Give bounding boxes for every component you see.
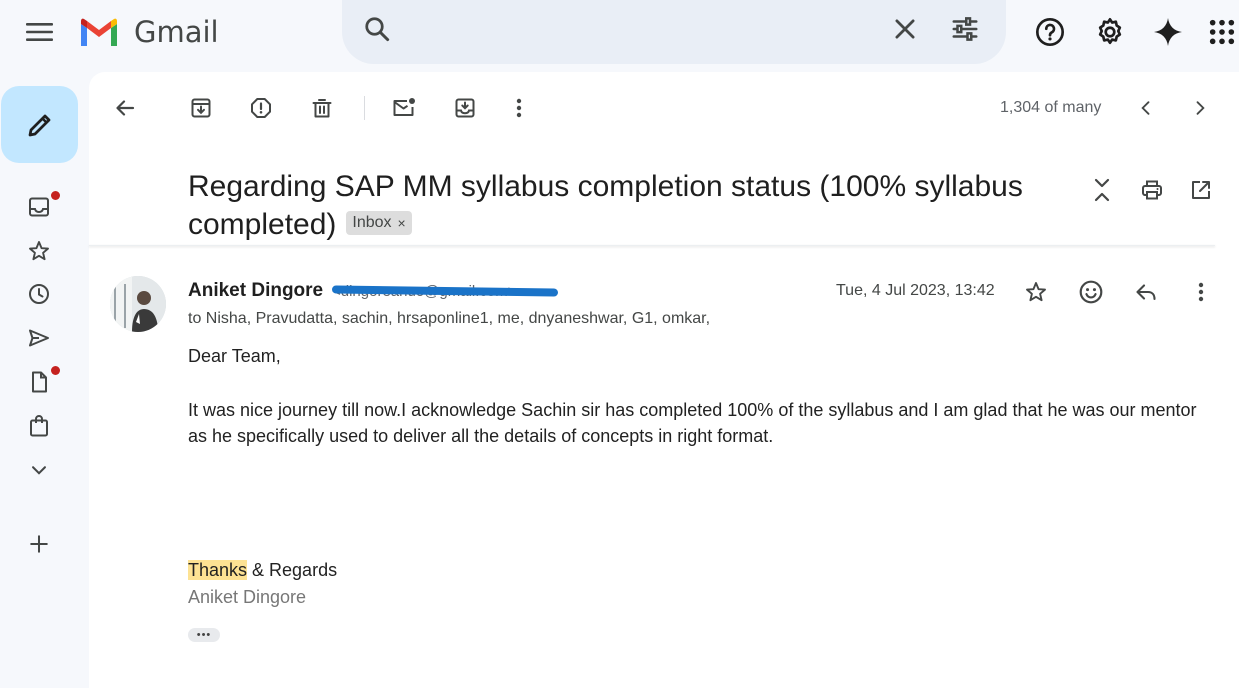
report-icon (251, 98, 271, 118)
chevron-down-icon (32, 466, 46, 475)
close-icon (895, 19, 915, 39)
show-trimmed-content-button[interactable]: ••• (188, 628, 220, 642)
mark-unread-button[interactable] (388, 92, 420, 124)
print-icon (1142, 180, 1162, 200)
sidebar-item-sent[interactable] (22, 323, 56, 353)
search-button[interactable] (362, 14, 392, 44)
newer-button[interactable] (1130, 92, 1162, 124)
sender-name[interactable]: Aniket Dingore (188, 280, 323, 302)
hamburger-menu-icon (26, 23, 53, 41)
gmail-logo[interactable]: Gmail (78, 14, 219, 50)
highlighted-text: Thanks (188, 560, 248, 580)
message-date: Tue, 4 Jul 2023, 13:42 (836, 282, 995, 299)
message-more-button[interactable] (1184, 275, 1218, 309)
arrow-back-icon (116, 100, 135, 116)
subject-divider (89, 245, 1215, 246)
print-all-button[interactable] (1136, 174, 1168, 206)
reply-button[interactable] (1129, 275, 1163, 309)
drafts-badge (51, 366, 60, 375)
search-bar[interactable] (342, 0, 1006, 64)
remove-label-button[interactable]: × (398, 213, 406, 233)
report-spam-button[interactable] (245, 92, 277, 124)
gear-icon (1098, 18, 1122, 45)
star-outline-icon (1026, 282, 1046, 302)
clock-icon (29, 284, 49, 304)
chevron-left-icon (1141, 101, 1150, 115)
unfold-less-icon (1094, 178, 1110, 202)
send-icon (29, 329, 49, 347)
pagination-label: 1,304 of many (1000, 99, 1102, 116)
delete-button[interactable] (306, 92, 338, 124)
open-new-window-button[interactable] (1185, 174, 1217, 206)
emoji-icon (1079, 280, 1103, 304)
signature: Aniket Dingore (188, 587, 307, 607)
label-chip-inbox[interactable]: Inbox × (346, 211, 412, 236)
reply-icon (1136, 284, 1156, 301)
avatar-photo (110, 276, 166, 332)
apps-grid-icon (1209, 19, 1235, 45)
chevron-right-icon (1196, 101, 1205, 115)
create-label-button[interactable] (22, 529, 56, 559)
shopping-bag-icon (30, 415, 48, 437)
collapse-all-button[interactable] (1086, 174, 1118, 206)
star-icon (29, 241, 49, 261)
star-button[interactable] (1019, 275, 1053, 309)
more-vert-icon (516, 98, 522, 118)
gmail-m-icon (81, 18, 117, 46)
move-to-button[interactable] (449, 92, 481, 124)
search-icon (365, 17, 390, 42)
email-subject: Regarding SAP MM syllabus completion sta… (188, 168, 1068, 244)
subject-text: Regarding SAP MM syllabus completion sta… (188, 170, 1023, 241)
support-button[interactable] (1032, 14, 1068, 50)
help-icon (1036, 18, 1064, 46)
sidebar-more-button[interactable] (22, 455, 56, 485)
settings-button[interactable] (1092, 14, 1128, 50)
add-reaction-button[interactable] (1074, 275, 1108, 309)
compose-button[interactable] (1, 86, 78, 163)
move-to-inbox-icon (455, 98, 475, 118)
message-view: 1,304 of many Regarding SAP MM syllabus … (89, 72, 1239, 688)
open-in-new-icon (1192, 181, 1210, 199)
main-menu-button[interactable] (16, 14, 64, 50)
label-chip-text: Inbox (352, 214, 392, 232)
app-name: Gmail (134, 15, 219, 49)
inbox-unread-badge (51, 191, 60, 200)
recipient-list[interactable]: to Nisha, Pravudatta, sachin, hrsaponlin… (188, 310, 710, 328)
archive-icon (191, 98, 211, 118)
toolbar-divider (364, 96, 365, 120)
message-greeting: Dear Team, (188, 346, 281, 366)
sparkle-icon (1154, 18, 1182, 46)
tune-icon (952, 17, 978, 41)
older-button[interactable] (1184, 92, 1216, 124)
pencil-icon (28, 114, 50, 136)
closing-text: & Regards (247, 560, 338, 580)
sidebar-item-purchases[interactable] (22, 411, 56, 441)
google-apps-button[interactable] (1204, 14, 1239, 50)
plus-icon (30, 535, 48, 553)
sidebar-item-starred[interactable] (22, 236, 56, 266)
archive-button[interactable] (185, 92, 217, 124)
trash-icon (312, 99, 332, 118)
inbox-icon (29, 197, 49, 217)
sender-avatar[interactable] (110, 276, 166, 332)
gemini-button[interactable] (1150, 14, 1186, 50)
sidebar-item-snoozed[interactable] (22, 279, 56, 309)
more-vert-icon (1198, 282, 1204, 302)
clear-search-button[interactable] (890, 14, 920, 44)
message-body: It was nice journey till now.I acknowled… (188, 400, 1197, 446)
mark-unread-icon (393, 98, 415, 116)
back-button[interactable] (109, 92, 141, 124)
search-options-button[interactable] (950, 14, 980, 44)
message-closing: Thanks & Regards (188, 557, 337, 583)
more-actions-button[interactable] (503, 92, 535, 124)
draft-file-icon (32, 371, 47, 393)
